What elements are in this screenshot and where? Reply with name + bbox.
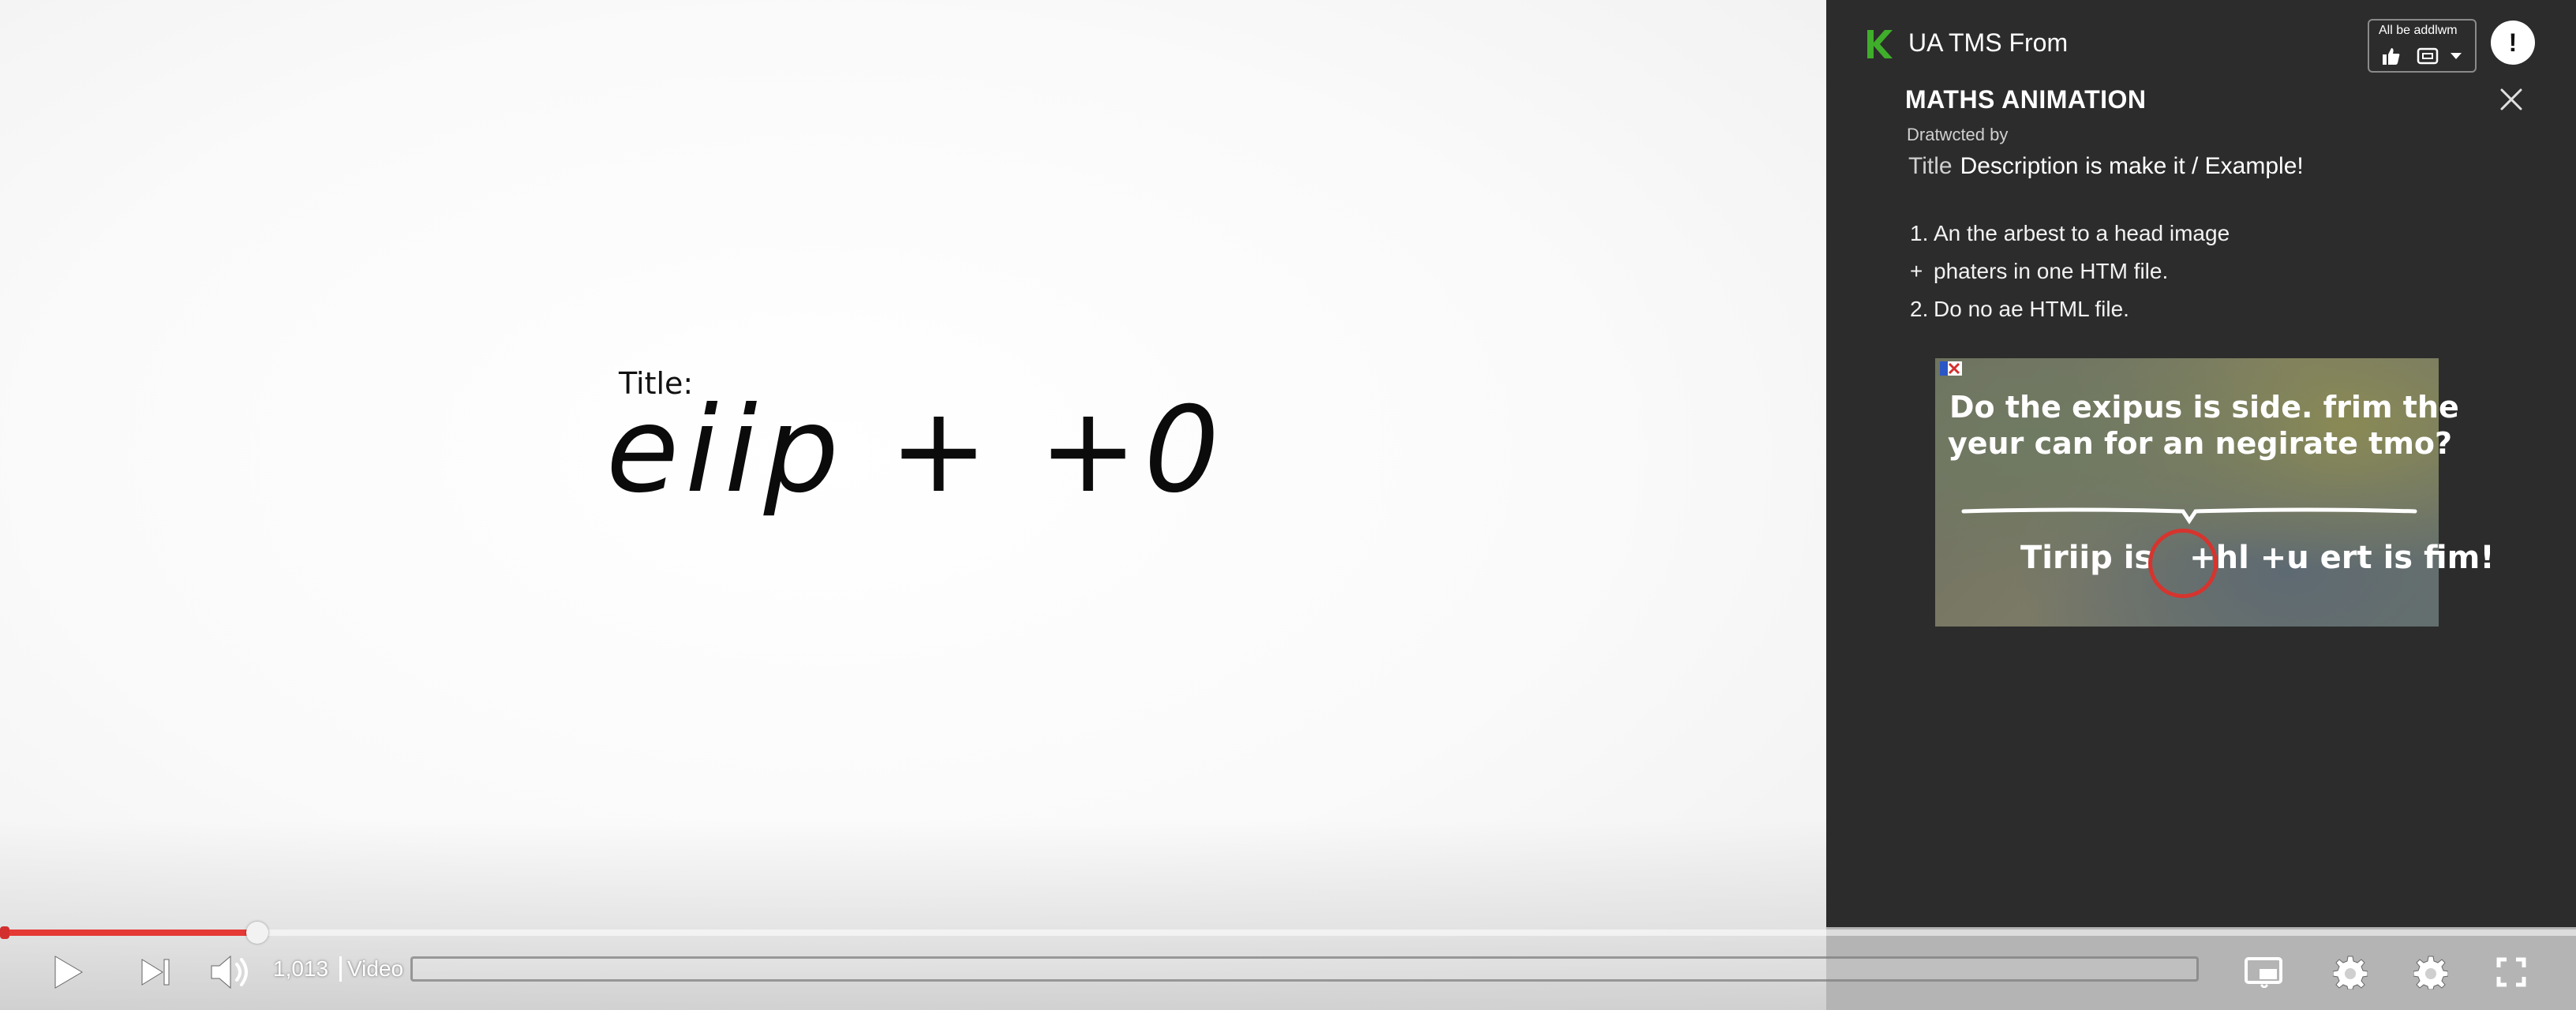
progress-scrubber-handle[interactable] bbox=[246, 922, 268, 944]
play-icon bbox=[54, 956, 83, 989]
fullscreen-icon bbox=[2496, 957, 2526, 987]
progress-start-marker bbox=[0, 926, 9, 939]
thumbnail-text-line1: Do the exipus is side. frim the bbox=[1949, 390, 2459, 425]
next-button[interactable] bbox=[136, 947, 177, 997]
chevron-down-icon[interactable] bbox=[2450, 50, 2462, 65]
miniplayer-button[interactable] bbox=[2241, 947, 2286, 997]
gear-icon bbox=[2413, 956, 2448, 989]
volume-icon bbox=[211, 955, 248, 989]
thumbnail-flag-icon bbox=[1940, 361, 1962, 376]
caption-icon[interactable] bbox=[2417, 47, 2439, 69]
description-label: Title bbox=[1908, 153, 1953, 179]
alert-button[interactable]: ! bbox=[2491, 21, 2535, 65]
list-text: An the arbest to a head image bbox=[1934, 221, 2230, 245]
panel-byline: Dratwcted by bbox=[1907, 125, 2009, 144]
panel-title: MATHS ANIMATION bbox=[1905, 85, 2147, 114]
video-label: Video bbox=[347, 956, 404, 981]
list-item: + phaters in one HTM file. bbox=[1910, 252, 2230, 290]
video-handwritten-expression: eiip + +0 bbox=[606, 382, 1226, 519]
list-text: Do no ae HTML file. bbox=[1934, 297, 2129, 321]
time-display: 1,013 bbox=[273, 956, 343, 982]
panel-description: Title Description is make it / Example! bbox=[1908, 153, 2304, 180]
settings-button[interactable] bbox=[2328, 947, 2372, 997]
panel-list: 1. An the arbest to a head image + phaters… bbox=[1910, 215, 2230, 328]
volume-button[interactable] bbox=[207, 947, 254, 997]
thumbs-up-icon[interactable] bbox=[2380, 46, 2401, 70]
thumbnail-text-line2: yeur can for an negirate tmo? bbox=[1948, 426, 2453, 461]
description-text: Description is make it / Example! bbox=[1960, 153, 2304, 179]
thumbnail-highlight-circle bbox=[2148, 529, 2218, 598]
thumbnail-text-post: +u ert is fim! bbox=[2260, 540, 2495, 576]
progress-track[interactable] bbox=[0, 930, 2576, 936]
list-marker: + bbox=[1910, 259, 1923, 283]
list-item: 1. An the arbest to a head image bbox=[1910, 215, 2230, 252]
controls-gradient bbox=[0, 821, 1826, 1010]
reaction-widget-label: All be addlwm bbox=[2379, 24, 2458, 37]
list-item: 2. Do no ae HTML file. bbox=[1910, 290, 2230, 328]
fullscreen-button[interactable] bbox=[2491, 947, 2532, 997]
list-marker: 1. bbox=[1910, 221, 1929, 245]
list-text: phaters in one HTM file. bbox=[1934, 259, 2169, 283]
brand-logo-icon bbox=[1861, 27, 1896, 65]
brand-name: UA TMS From bbox=[1908, 28, 2069, 57]
progress-fill bbox=[0, 930, 257, 936]
list-marker: 2. bbox=[1910, 297, 1929, 321]
play-button[interactable] bbox=[46, 947, 90, 997]
gear-icon bbox=[2333, 956, 2368, 989]
thumbnail-brace bbox=[1960, 502, 2418, 529]
thumbnail-text-pre: Tiriip is bbox=[2020, 540, 2154, 576]
skip-next-icon bbox=[141, 959, 170, 986]
thumbnail-text-line3: Tiriip is +hl +u ert is fim! bbox=[2020, 540, 2495, 576]
quality-button[interactable] bbox=[2409, 947, 2453, 997]
chapter-bar[interactable] bbox=[410, 956, 2199, 982]
miniplayer-icon bbox=[2245, 957, 2282, 988]
close-icon[interactable] bbox=[2497, 85, 2525, 118]
